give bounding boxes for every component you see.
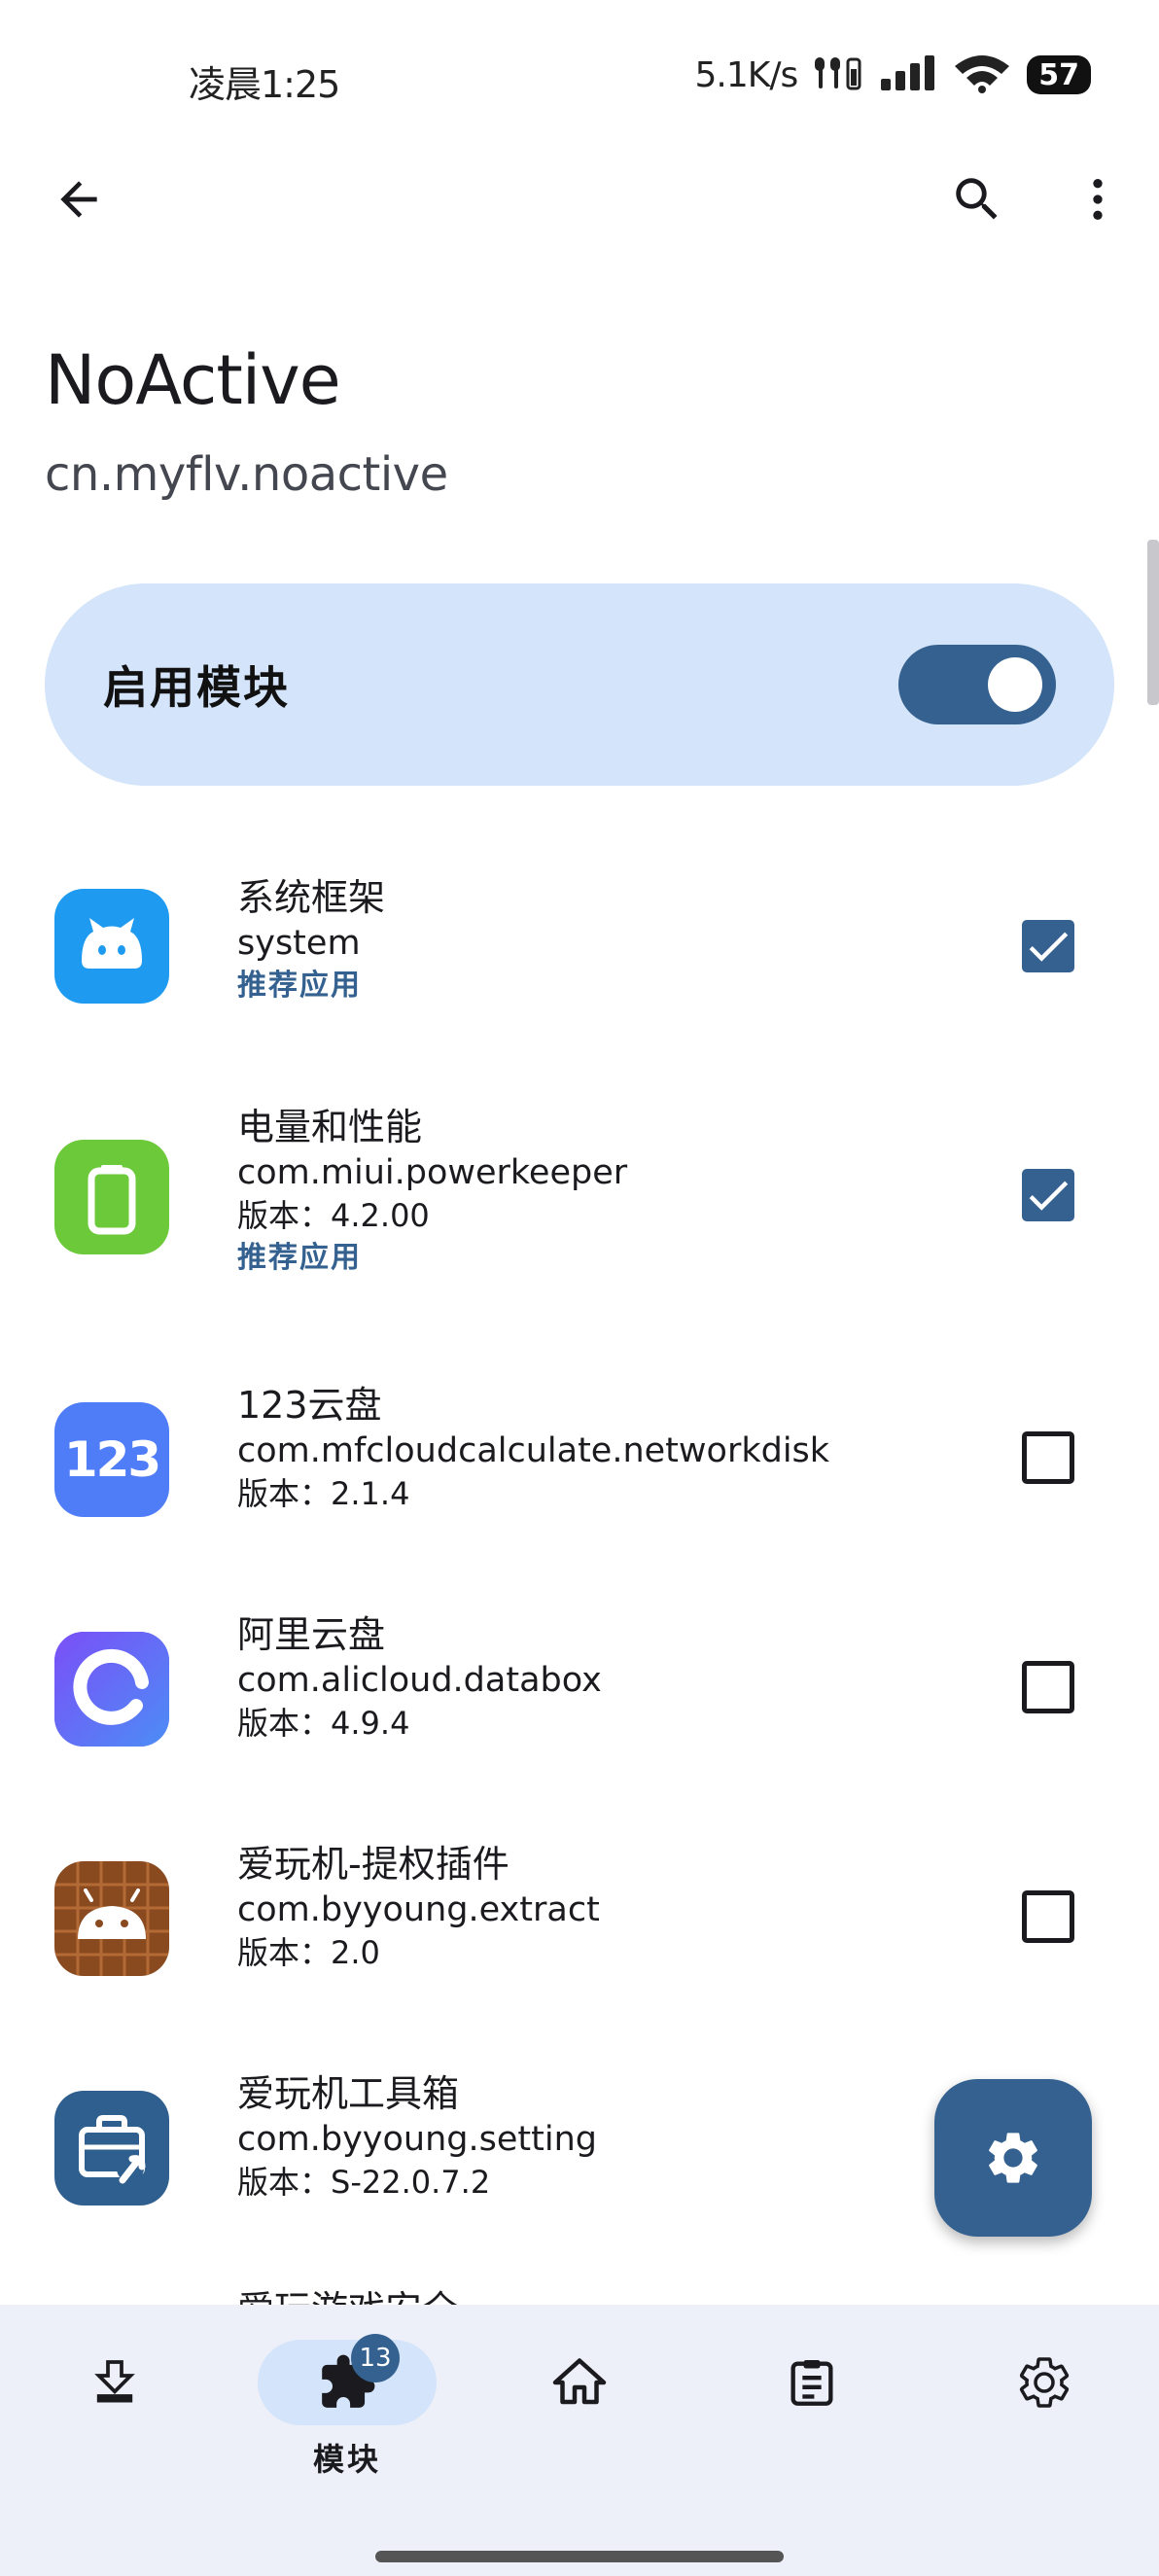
check-icon [1029,1181,1069,1211]
back-button[interactable] [35,156,123,243]
app-checkbox[interactable] [1022,1661,1074,1713]
recommended-tag: 推荐应用 [237,969,362,1003]
pan123-icon-text: 123 [63,1431,161,1488]
bottom-navigation: 13 模块 [0,2305,1159,2576]
nav-label-modules: 模块 [312,2441,381,2478]
nav-item-modules[interactable]: 13 模块 [255,2334,439,2486]
list-item[interactable]: 系统框架 system 推荐应用 [0,856,1159,1081]
app-text: 电量和性能 com.miui.powerkeeper 版本：4.2.00 推荐应… [237,1103,627,1280]
aliyun-drive-icon [54,1632,169,1747]
list-item[interactable]: 爱玩机-提权插件 com.byyoung.extract 版本：2.0 [0,1813,1159,2042]
home-icon [552,2358,607,2405]
battery-icon [54,1140,169,1254]
app-text: 爱玩机工具箱 com.byyoung.setting 版本：S-22.0.7.2 [237,2069,597,2204]
fab-settings-button[interactable] [934,2079,1092,2237]
top-app-bar [0,146,1159,253]
android-plugin-icon [54,1861,169,1976]
search-button[interactable] [933,156,1021,243]
switch-knob [988,657,1042,712]
app-name: 爱玩机-提权插件 [237,1843,509,1886]
nav-pill [955,2340,1134,2425]
app-version: 版本：4.9.4 [237,1705,410,1742]
app-name: 爱玩机工具箱 [237,2072,460,2115]
list-item[interactable]: 电量和性能 com.miui.powerkeeper 版本：4.2.00 推荐应… [0,1081,1159,1354]
app-package: com.mfcloudcalculate.networkdisk [237,1431,830,1470]
app-package: com.byyoung.extract [237,1890,600,1929]
nav-pill [25,2340,204,2425]
peek-list-item-name: 爱玩游戏安全 [237,2285,459,2305]
nav-item-download[interactable] [22,2340,207,2486]
wifi-icon [953,53,1013,97]
app-checkbox[interactable] [1022,920,1074,972]
nav-pill [722,2340,901,2425]
app-checkbox[interactable] [1022,1890,1074,1943]
arrow-back-icon [60,181,97,218]
recommended-tag: 推荐应用 [237,1241,362,1275]
status-time: 凌晨1:25 [189,63,340,106]
nav-item-settings[interactable] [952,2340,1137,2486]
list-item[interactable]: 123 123云盘 com.mfcloudcalculate.networkdi… [0,1354,1159,1583]
network-speed: 5.1K/s [694,54,799,95]
app-checkbox[interactable] [1022,1431,1074,1484]
enable-module-card[interactable]: 启用模块 [45,583,1114,786]
app-version: 版本：2.1.4 [237,1475,410,1512]
module-title: NoActive [45,340,341,420]
settings-icon [1019,2357,1070,2408]
app-name: 电量和性能 [237,1106,423,1148]
app-text: 阿里云盘 com.alicloud.databox 版本：4.9.4 [237,1610,602,1745]
app-checkbox[interactable] [1022,1169,1074,1221]
app-version: 版本：4.2.00 [237,1197,430,1234]
scrollbar-thumb[interactable] [1147,540,1159,705]
nav-item-logs[interactable] [720,2340,904,2486]
app-package: system [237,924,361,963]
toolbox-icon [54,2091,169,2205]
app-text: 爱玩机-提权插件 com.byyoung.extract 版本：2.0 [237,1840,600,1974]
app-package: com.miui.powerkeeper [237,1153,628,1192]
enable-module-label: 启用模块 [103,661,290,714]
list-item[interactable]: 阿里云盘 com.alicloud.databox 版本：4.9.4 [0,1583,1159,1813]
earbuds-icon [811,53,865,96]
modules-badge: 13 [351,2334,400,2382]
search-icon [956,178,998,220]
app-package: com.byyoung.setting [237,2120,597,2159]
app-text: 123云盘 com.mfcloudcalculate.networkdisk 版… [237,1381,829,1515]
status-bar: 凌晨1:25 5.1K/s 57 [0,0,1159,146]
nav-item-home[interactable] [487,2340,672,2486]
app-version: 版本：S-22.0.7.2 [237,2164,491,2201]
battery-indicator: 57 [1027,55,1091,94]
app-text: 系统框架 system 推荐应用 [237,873,385,1007]
pan123-icon: 123 [54,1402,169,1517]
app-package: com.alicloud.databox [237,1661,602,1700]
clipboard-icon [790,2360,833,2406]
download-icon [94,2360,135,2403]
more-options-button[interactable] [1054,156,1141,243]
home-indicator[interactable] [375,2551,784,2562]
more-vert-icon [1093,179,1103,220]
enable-module-switch[interactable] [898,645,1056,724]
check-icon [1029,932,1069,962]
nav-pill-active: 13 [258,2334,437,2425]
status-indicators: 5.1K/s 57 [694,51,1091,99]
signal-icon [879,53,939,96]
settings-gear-icon [989,2133,1037,2183]
app-name: 阿里云盘 [237,1613,386,1656]
app-name: 系统框架 [237,876,386,919]
nav-pill [490,2340,669,2425]
app-version: 版本：2.0 [237,1934,380,1971]
system-framework-icon [54,889,169,1004]
app-name: 123云盘 [237,1384,382,1427]
module-package: cn.myflv.noactive [45,447,448,502]
